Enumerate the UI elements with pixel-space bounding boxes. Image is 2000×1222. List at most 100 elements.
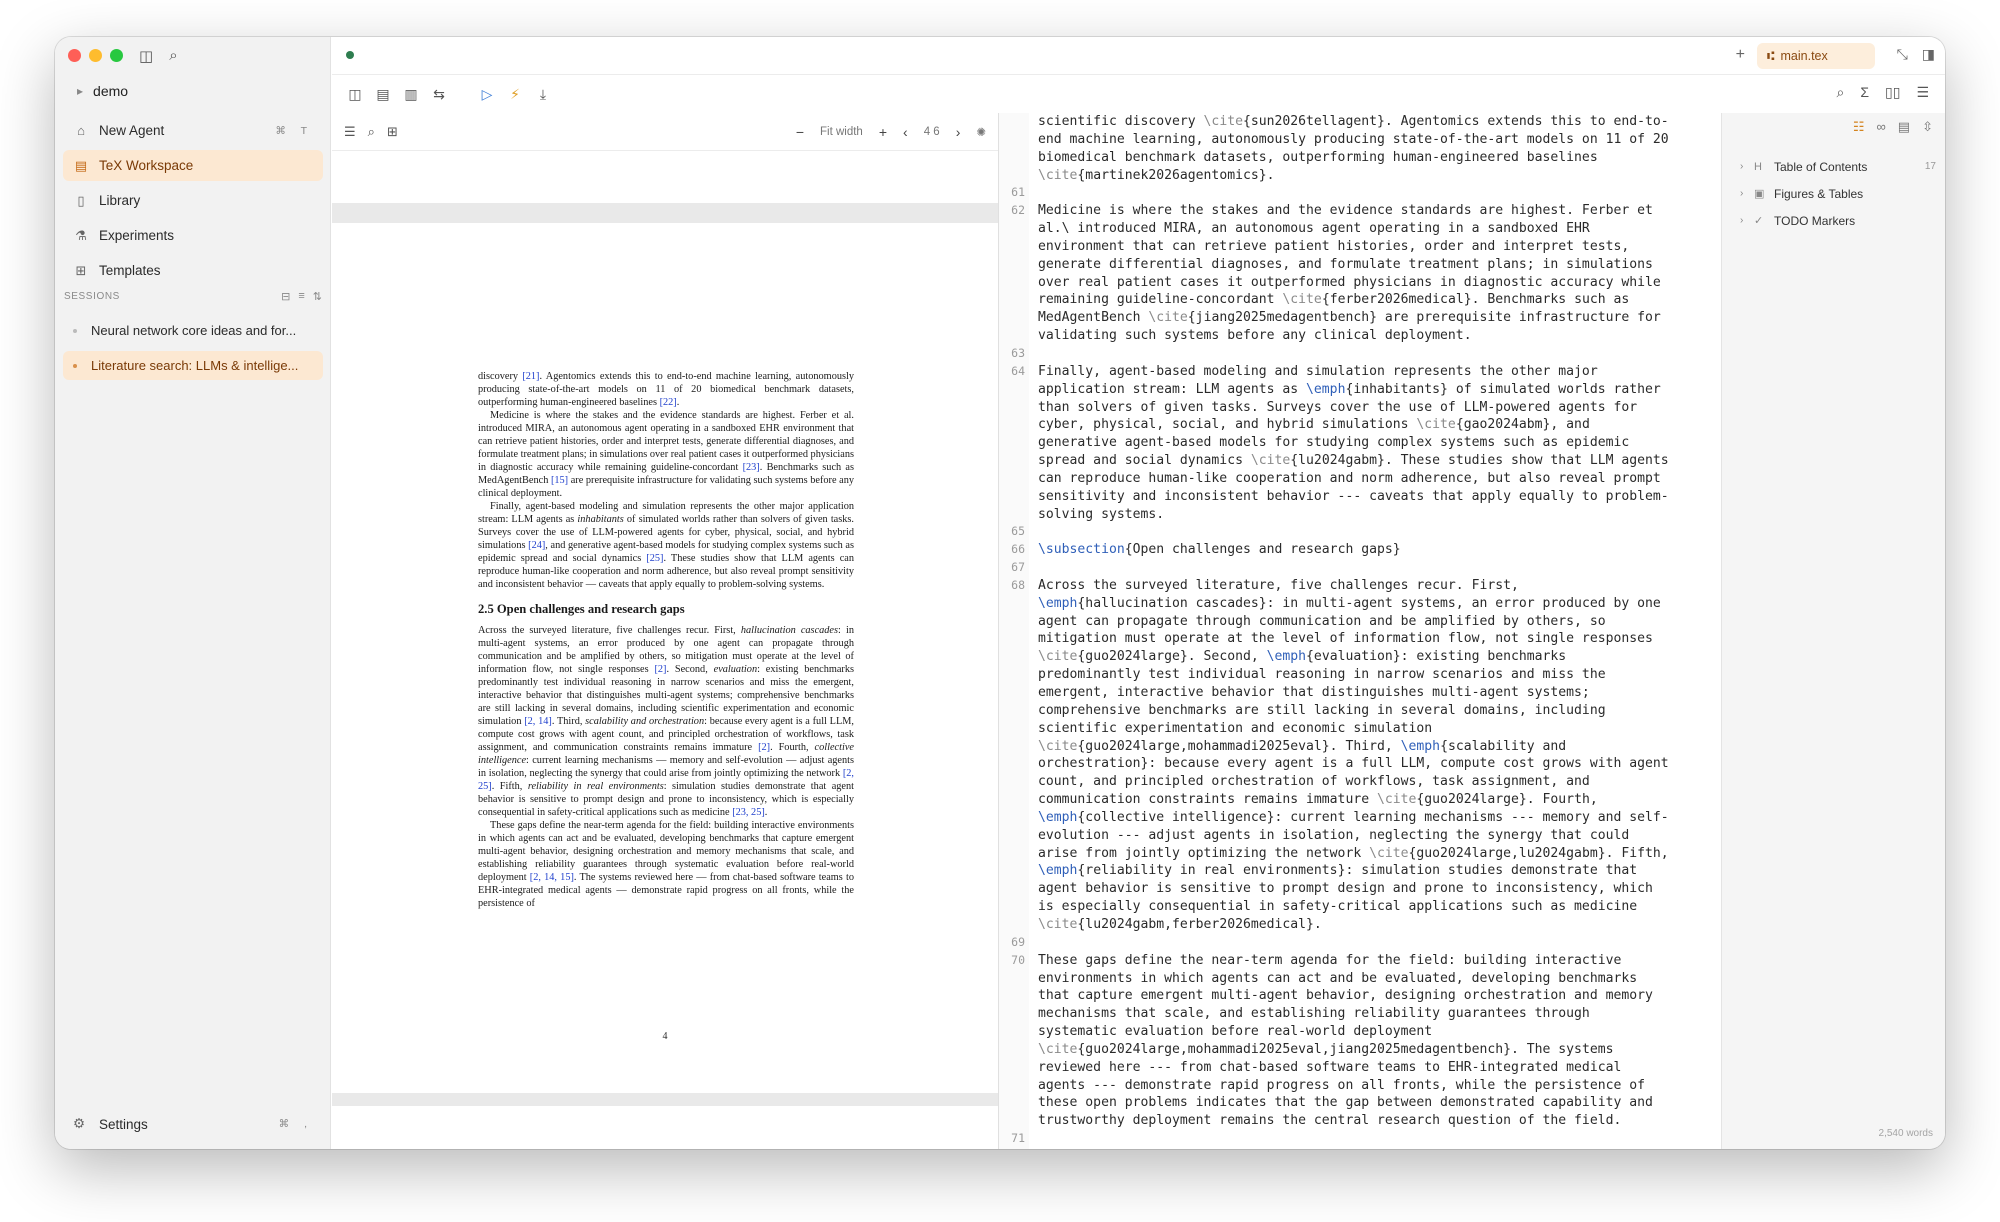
code-line[interactable]: orchestration}: because every agent is a… (999, 755, 1721, 773)
sync-icon[interactable]: ⇆ (430, 86, 448, 103)
new-tab-icon[interactable]: + (1736, 46, 1745, 64)
code-line[interactable]: 69 (999, 934, 1721, 952)
code-line[interactable]: communication constraints remains immatu… (999, 791, 1721, 809)
code-line[interactable]: 71 (999, 1130, 1721, 1148)
code-line[interactable]: \cite{martinek2026agentomics}. (999, 167, 1721, 185)
list-icon[interactable]: ☰ (344, 124, 356, 140)
zoom-out-button[interactable]: − (796, 124, 804, 140)
code-line[interactable]: systematic evaluation before real-world … (999, 1023, 1721, 1041)
quick-compile-icon[interactable]: ⚡ (506, 86, 524, 103)
code-line[interactable]: that capture emergent multi-agent behavi… (999, 987, 1721, 1005)
document-icon[interactable]: ▤ (1898, 119, 1910, 135)
collapse-icon[interactable]: ⤡ (1897, 46, 1908, 63)
sort-icon[interactable]: ⇅ (313, 290, 322, 303)
code-line[interactable]: trustworthy deployment remains the centr… (999, 1112, 1721, 1130)
code-line[interactable]: \cite{guo2024large,mohammadi2025eval}. T… (999, 738, 1721, 756)
code-line[interactable]: \cite{guo2024large,mohammadi2025eval,jia… (999, 1041, 1721, 1059)
code-line[interactable]: emergent, interactive behavior that dist… (999, 684, 1721, 702)
link-icon[interactable]: ∞ (1877, 119, 1886, 135)
close-window-button[interactable] (68, 49, 81, 62)
code-line[interactable]: \cite{lu2024gabm,ferber2026medical}. (999, 916, 1721, 934)
code-line[interactable]: agent behavior is sensitive to prompt de… (999, 880, 1721, 898)
code-line[interactable]: 67 (999, 559, 1721, 577)
code-line[interactable]: 65 (999, 523, 1721, 541)
sidebar-item-tex-workspace[interactable]: ▤ TeX Workspace (63, 150, 323, 181)
search-icon[interactable]: ⌕ (368, 124, 375, 140)
zoom-level[interactable]: Fit width (820, 126, 863, 138)
code-line[interactable]: sensitivity and inconsistent behavior --… (999, 488, 1721, 506)
code-line[interactable]: scientific discovery \cite{sun2026tellag… (999, 113, 1721, 131)
code-line[interactable]: than solvers of given tasks. Surveys cov… (999, 399, 1721, 417)
sidebar-item-new-agent[interactable]: ⌂ New Agent ⌘ T (63, 115, 323, 146)
search-icon[interactable]: ⌕ (169, 47, 177, 65)
book-icon[interactable]: ▯▯ (1885, 84, 1900, 101)
source-view-icon[interactable]: ▤ (374, 86, 392, 103)
session-item-active[interactable]: Literature search: LLMs & intellige... (63, 351, 323, 380)
split-view-icon[interactable]: ◫ (346, 86, 364, 103)
code-line[interactable]: these open problems indicates that the g… (999, 1094, 1721, 1112)
sidebar-item-library[interactable]: ▯ Library (63, 185, 323, 216)
panel-toggle-icon[interactable]: ◨ (1922, 46, 1935, 63)
code-line[interactable]: generate differential diagnoses, and for… (999, 256, 1721, 274)
code-line[interactable]: 66 \subsection{Open challenges and resear… (999, 541, 1721, 559)
download-icon[interactable]: ⤓ (534, 86, 552, 103)
code-line[interactable]: MedAgentBench \cite{jiang2025medagentben… (999, 309, 1721, 327)
workspace-switcher[interactable]: ▸ demo (77, 83, 128, 99)
code-line[interactable]: generative agent-based models for studyi… (999, 434, 1721, 452)
code-line[interactable]: environment that can retrieve patient hi… (999, 238, 1721, 256)
code-line[interactable]: 70 These gaps define the near-term agenda… (999, 952, 1721, 970)
code-line[interactable]: environments in which agents can act and… (999, 970, 1721, 988)
pdf-view-icon[interactable]: ▥ (402, 86, 420, 103)
code-line[interactable]: over real patient cases it outperformed … (999, 274, 1721, 292)
code-line[interactable]: reviewed here --- from chat-based softwa… (999, 1059, 1721, 1077)
code-line[interactable]: cyber, physical, social, and hybrid simu… (999, 416, 1721, 434)
code-line[interactable]: solving systems. (999, 506, 1721, 524)
next-page-button[interactable]: › (956, 124, 961, 140)
code-line[interactable]: 62 Medicine is where the stakes and the e… (999, 202, 1721, 220)
outline-item-todo-markers[interactable]: › ✓ TODO Markers (1740, 207, 1936, 234)
outline-item-figures-tables[interactable]: › ▣ Figures & Tables (1740, 180, 1936, 207)
code-line[interactable]: 68 Across the surveyed literature, five c… (999, 577, 1721, 595)
code-line[interactable]: application stream: LLM agents as \emph{… (999, 381, 1721, 399)
toggle-sidebar-icon[interactable]: ◫ (139, 47, 153, 65)
code-line[interactable]: \emph{collective intelligence}: current … (999, 809, 1721, 827)
prev-page-button[interactable]: ‹ (903, 124, 908, 140)
code-line[interactable]: comprehensive benchmarks are still lacki… (999, 702, 1721, 720)
code-line[interactable]: biomedical benchmark datasets, outperfor… (999, 149, 1721, 167)
code-line[interactable]: \cite{guo2024large}. Second, \emph{evalu… (999, 648, 1721, 666)
code-line[interactable]: end machine learning, autonomously produ… (999, 131, 1721, 149)
code-line[interactable]: agent can propagate through communicatio… (999, 613, 1721, 631)
code-line[interactable]: al.\ introduced MIRA, an autonomous agen… (999, 220, 1721, 238)
code-line[interactable]: is especially consequential in safety-cr… (999, 898, 1721, 916)
code-line[interactable]: agents --- demonstrate rapid progress on… (999, 1077, 1721, 1095)
file-tab-main-tex[interactable]: ⑆ main.tex (1757, 43, 1875, 69)
code-line[interactable]: arise from jointly optimizing the networ… (999, 845, 1721, 863)
code-line[interactable]: predominantly test individual reasoning … (999, 666, 1721, 684)
code-line[interactable]: evolution --- adjust agents in isolation… (999, 827, 1721, 845)
search-icon[interactable]: ⌕ (1837, 84, 1845, 101)
code-line[interactable]: 64 Finally, agent-based modeling and simu… (999, 363, 1721, 381)
outline-tab-icon[interactable]: ☷ (1853, 119, 1865, 135)
code-line[interactable]: can reproduce human-like cooperation and… (999, 470, 1721, 488)
zoom-window-button[interactable] (110, 49, 123, 62)
code-line[interactable]: 61 (999, 184, 1721, 202)
compile-play-icon[interactable]: ▷ (478, 86, 496, 103)
code-line[interactable]: scientific experimentation and economic … (999, 720, 1721, 738)
latex-source-editor[interactable]: scientific discovery \cite{sun2026tellag… (999, 113, 1721, 1149)
filter-icon[interactable]: ≡ (298, 290, 304, 303)
code-line[interactable]: 63 (999, 345, 1721, 363)
outline-item-table-of-contents[interactable]: › H Table of Contents 17 (1740, 153, 1936, 180)
settings-icon[interactable]: ✺ (976, 125, 986, 139)
code-line[interactable]: \emph{reliability in real environments}:… (999, 862, 1721, 880)
sigma-icon[interactable]: Σ (1860, 84, 1869, 101)
code-line[interactable]: count, and principled orchestration of w… (999, 773, 1721, 791)
pdf-canvas[interactable]: discovery [21]. Agentomics extends this … (332, 151, 998, 1149)
code-line[interactable]: mitigation must operate at the level of … (999, 630, 1721, 648)
collapse-all-icon[interactable]: ⇳ (1922, 119, 1933, 135)
settings-button[interactable]: ⚙ Settings ⌘ , (63, 1110, 323, 1138)
code-line[interactable]: \emph{hallucination cascades}: in multi-… (999, 595, 1721, 613)
session-item[interactable]: Neural network core ideas and for... (63, 316, 323, 345)
sidebar-item-experiments[interactable]: ⚗ Experiments (63, 220, 323, 251)
minimize-window-button[interactable] (89, 49, 102, 62)
outline-icon[interactable]: ☰ (1916, 84, 1929, 101)
